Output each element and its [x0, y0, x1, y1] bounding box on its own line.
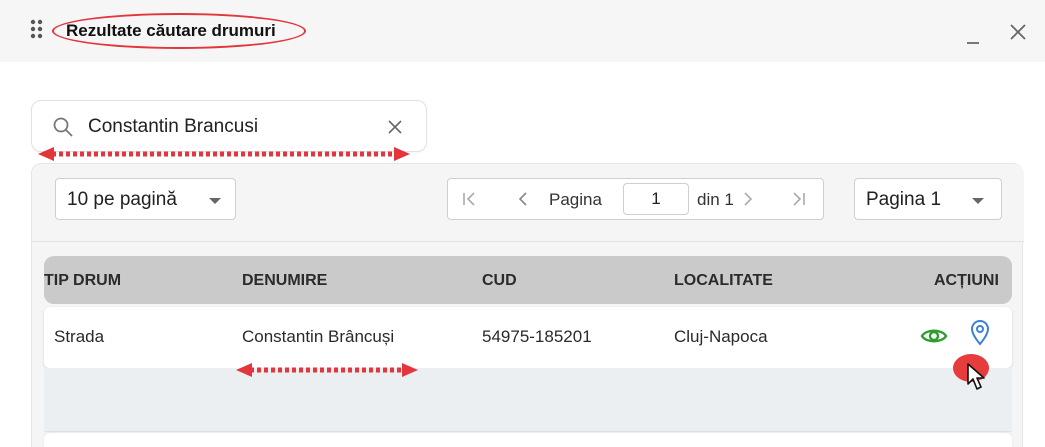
column-header-localitate[interactable]: LOCALITATE [674, 272, 773, 290]
map-pin-icon[interactable] [970, 319, 990, 347]
search-icon [53, 117, 73, 137]
per-page-select[interactable]: 10 pe pagină [55, 178, 236, 220]
table-header: TIP DRUM DENUMIRE CUD LOCALITATE ACȚIUNI [44, 256, 1012, 304]
table-row[interactable]: Strada Constantin Brâncuși 54975-185201 … [44, 307, 1012, 368]
annotation-arrow-search [38, 147, 410, 161]
page-number-input[interactable] [623, 183, 689, 215]
table-row-partial [44, 433, 1012, 447]
table-row-empty [44, 368, 1012, 432]
page-of-label: din 1 [697, 190, 734, 209]
cell-tip-drum: Strada [54, 327, 105, 346]
drag-handle-icon[interactable] [30, 18, 44, 40]
chevron-down-icon [209, 198, 221, 204]
column-header-actiuni: ACȚIUNI [934, 272, 999, 289]
per-page-label: 10 pe pagină [67, 189, 177, 210]
last-page-icon[interactable] [788, 188, 810, 210]
pagination-toolbar: 10 pe pagină Pagina din 1 Pagina 1 [32, 164, 1024, 242]
window-titlebar: Rezultate căutare drumuri [0, 0, 1045, 62]
minimize-icon [967, 42, 979, 44]
column-header-cud[interactable]: CUD [482, 272, 517, 290]
close-icon [1010, 24, 1026, 40]
search-input[interactable] [88, 114, 378, 140]
page-select[interactable]: Pagina 1 [854, 178, 1002, 220]
pager: Pagina din 1 [447, 178, 824, 220]
eye-icon[interactable] [920, 324, 948, 348]
clear-icon[interactable] [384, 116, 406, 138]
chevron-down-icon [972, 198, 984, 204]
minimize-button[interactable] [963, 22, 983, 44]
column-header-tip-drum[interactable]: TIP DRUM [44, 272, 121, 290]
close-button[interactable] [1006, 20, 1030, 44]
prev-page-icon[interactable] [512, 188, 534, 210]
window-title: Rezultate căutare drumuri [66, 21, 276, 40]
cell-cud: 54975-185201 [482, 327, 592, 346]
mouse-cursor-icon [967, 363, 985, 390]
column-header-denumire[interactable]: DENUMIRE [242, 272, 327, 290]
results-panel: 10 pe pagină Pagina din 1 Pagina 1 [31, 163, 1024, 447]
annotation-arrow-denumire [236, 363, 418, 377]
page-select-label: Pagina 1 [866, 189, 942, 210]
first-page-icon[interactable] [458, 188, 480, 210]
page-label: Pagina [549, 190, 602, 209]
next-page-icon[interactable] [737, 188, 759, 210]
cell-denumire: Constantin Brâncuși [242, 327, 395, 346]
cell-localitate: Cluj-Napoca [674, 327, 768, 346]
window-title-wrapper: Rezultate căutare drumuri [52, 13, 306, 49]
